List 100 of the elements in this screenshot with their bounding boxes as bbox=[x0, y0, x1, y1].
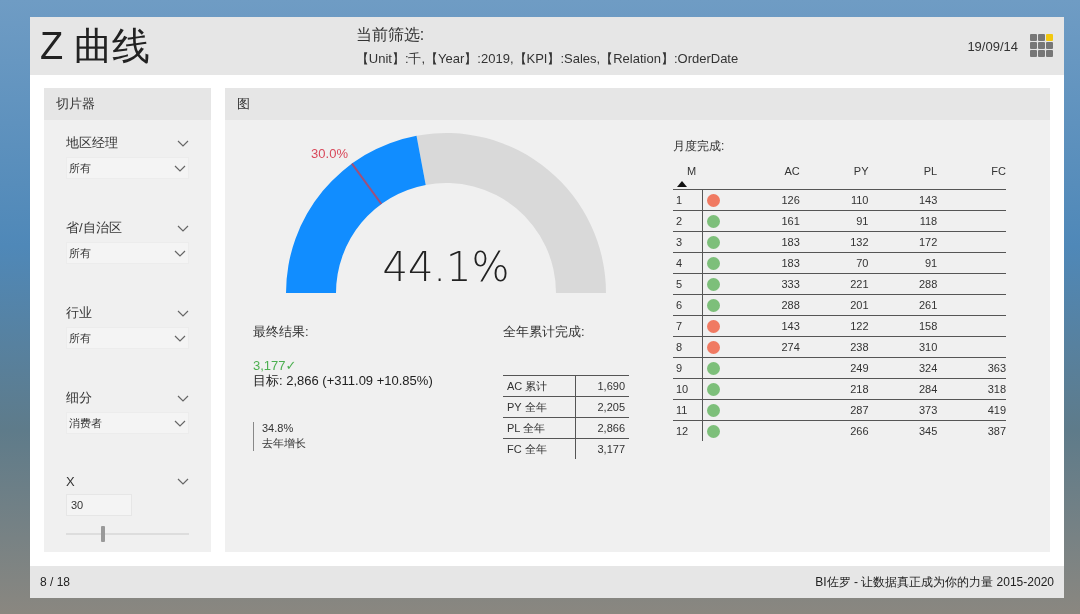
column-header[interactable]: FC bbox=[991, 165, 1006, 177]
chevron-down-icon[interactable] bbox=[174, 334, 186, 342]
table-cell: 122 bbox=[850, 320, 869, 332]
table-cell: 6 bbox=[673, 294, 703, 316]
table-cell: 161 bbox=[781, 215, 800, 227]
table-cell: 249 bbox=[850, 362, 869, 374]
target-text: 目标: 2,866 (+311.09 +10.85%) bbox=[253, 372, 433, 390]
table-cell: 373 bbox=[918, 404, 938, 416]
chevron-down-icon[interactable] bbox=[177, 394, 189, 402]
column-header[interactable]: PL bbox=[923, 165, 938, 177]
table-cell: 7 bbox=[673, 315, 703, 337]
table-cell: 419 bbox=[987, 404, 1006, 416]
table-cell: 1 bbox=[673, 189, 703, 211]
table-cell: 284 bbox=[918, 383, 938, 395]
table-cell: 183 bbox=[781, 236, 800, 248]
table-cell: 218 bbox=[850, 383, 869, 395]
table-cell: 221 bbox=[850, 278, 869, 290]
footer-credit: BI佐罗 - 让数据真正成为你的力量 2015-2020 bbox=[815, 573, 1054, 591]
table-cell: FC 全年 bbox=[503, 438, 576, 459]
table-cell: PY 全年 bbox=[503, 396, 576, 418]
table-cell: 183 bbox=[781, 257, 800, 269]
table-cell: 238 bbox=[850, 341, 869, 353]
chevron-down-icon[interactable] bbox=[174, 419, 186, 427]
table-cell: 287 bbox=[850, 404, 869, 416]
table-cell: 261 bbox=[918, 299, 938, 311]
value-input-field[interactable]: 30 bbox=[66, 494, 132, 516]
section-title: 最终结果: bbox=[253, 323, 310, 341]
table-cell: 8 bbox=[673, 336, 703, 358]
chevron-down-icon[interactable] bbox=[177, 224, 189, 232]
table-cell: 158 bbox=[918, 320, 938, 332]
slicer-dropdown[interactable]: 所有 bbox=[66, 157, 189, 179]
sort-ascending-icon bbox=[677, 181, 687, 187]
table-cell: 4 bbox=[673, 252, 703, 274]
table-cell: 318 bbox=[987, 383, 1006, 395]
chevron-down-icon[interactable] bbox=[177, 309, 189, 317]
filter-label: 当前筛选: bbox=[355, 24, 426, 45]
result-value: 3,177✓ bbox=[253, 359, 298, 372]
table-cell: 2,866 bbox=[575, 417, 629, 439]
table-cell: 10 bbox=[673, 378, 703, 400]
app-grid-icon[interactable] bbox=[1030, 34, 1054, 58]
table-cell: 324 bbox=[918, 362, 938, 374]
table-cell: 2 bbox=[673, 210, 703, 232]
target-label: 30.0% bbox=[311, 145, 348, 161]
section-title: 全年累计完成: bbox=[503, 323, 586, 341]
panel-title: 图 bbox=[225, 88, 1050, 120]
table-cell: 310 bbox=[918, 341, 938, 353]
table-cell: 1,690 bbox=[575, 375, 629, 397]
table-cell: 288 bbox=[781, 299, 800, 311]
table-cell: PL 全年 bbox=[503, 417, 576, 439]
page-number: 8 / 18 bbox=[40, 575, 71, 589]
table-cell: AC 累计 bbox=[503, 375, 576, 397]
table-cell: 363 bbox=[987, 362, 1006, 374]
slicer-dropdown[interactable]: 消费者 bbox=[66, 412, 189, 434]
table-cell: 12 bbox=[673, 420, 703, 441]
table-cell: 118 bbox=[919, 215, 938, 227]
column-header[interactable]: PY bbox=[853, 165, 869, 177]
table-cell: 387 bbox=[987, 425, 1006, 437]
table-cell: 3,177 bbox=[575, 438, 629, 459]
table-cell: 143 bbox=[781, 320, 800, 332]
table-cell: 172 bbox=[918, 236, 938, 248]
slicer-dropdown[interactable]: 所有 bbox=[66, 327, 189, 349]
slicer-dropdown[interactable]: 所有 bbox=[66, 242, 189, 264]
column-header[interactable]: M bbox=[687, 165, 697, 177]
table-cell: 70 bbox=[856, 257, 869, 269]
table-cell: 126 bbox=[781, 194, 800, 206]
gauge-value: 44.1% bbox=[382, 244, 510, 290]
table-cell: 3 bbox=[673, 231, 703, 253]
table-cell: 2,205 bbox=[575, 396, 629, 418]
chevron-down-icon[interactable] bbox=[177, 139, 189, 147]
slider-thumb[interactable] bbox=[100, 526, 105, 542]
chevron-down-icon[interactable] bbox=[174, 164, 186, 172]
chevron-down-icon[interactable] bbox=[177, 478, 189, 485]
table-cell: 333 bbox=[781, 278, 800, 290]
column-header[interactable]: AC bbox=[784, 165, 800, 177]
table-cell: 266 bbox=[850, 425, 869, 437]
slicer-label: 细分 bbox=[66, 389, 92, 407]
table-cell: 5 bbox=[673, 273, 703, 295]
table-cell: 9 bbox=[673, 357, 703, 379]
table-cell: 91 bbox=[925, 257, 938, 269]
chevron-down-icon[interactable] bbox=[174, 249, 186, 257]
report-title: Z 曲线 bbox=[40, 23, 151, 69]
slicer-label: 地区经理 bbox=[66, 134, 118, 152]
date-text: 19/09/14 bbox=[967, 38, 1018, 54]
section-title: 月度完成: bbox=[673, 138, 726, 155]
table-cell: 91 bbox=[856, 215, 869, 227]
filter-value: 【Unit】:千,【Year】:2019,【KPI】:Sales,【Relation】:OrderDate bbox=[355, 49, 739, 68]
table-cell: 345 bbox=[918, 425, 938, 437]
growth-label: 去年增长 bbox=[262, 436, 307, 451]
table-cell: 288 bbox=[918, 278, 938, 290]
slicer-label: X bbox=[66, 474, 75, 489]
table-cell: 274 bbox=[781, 341, 800, 353]
slicer-label: 行业 bbox=[66, 304, 92, 322]
slicer-label: 省/自治区 bbox=[66, 219, 122, 237]
table-cell: 11 bbox=[673, 399, 703, 421]
table-cell: 143 bbox=[918, 194, 938, 206]
table-cell: 110 bbox=[850, 194, 869, 206]
table-cell: 201 bbox=[850, 299, 869, 311]
table-cell: 132 bbox=[850, 236, 869, 248]
panel-title: 切片器 bbox=[44, 88, 211, 120]
growth-value: 34.8% bbox=[262, 422, 295, 434]
